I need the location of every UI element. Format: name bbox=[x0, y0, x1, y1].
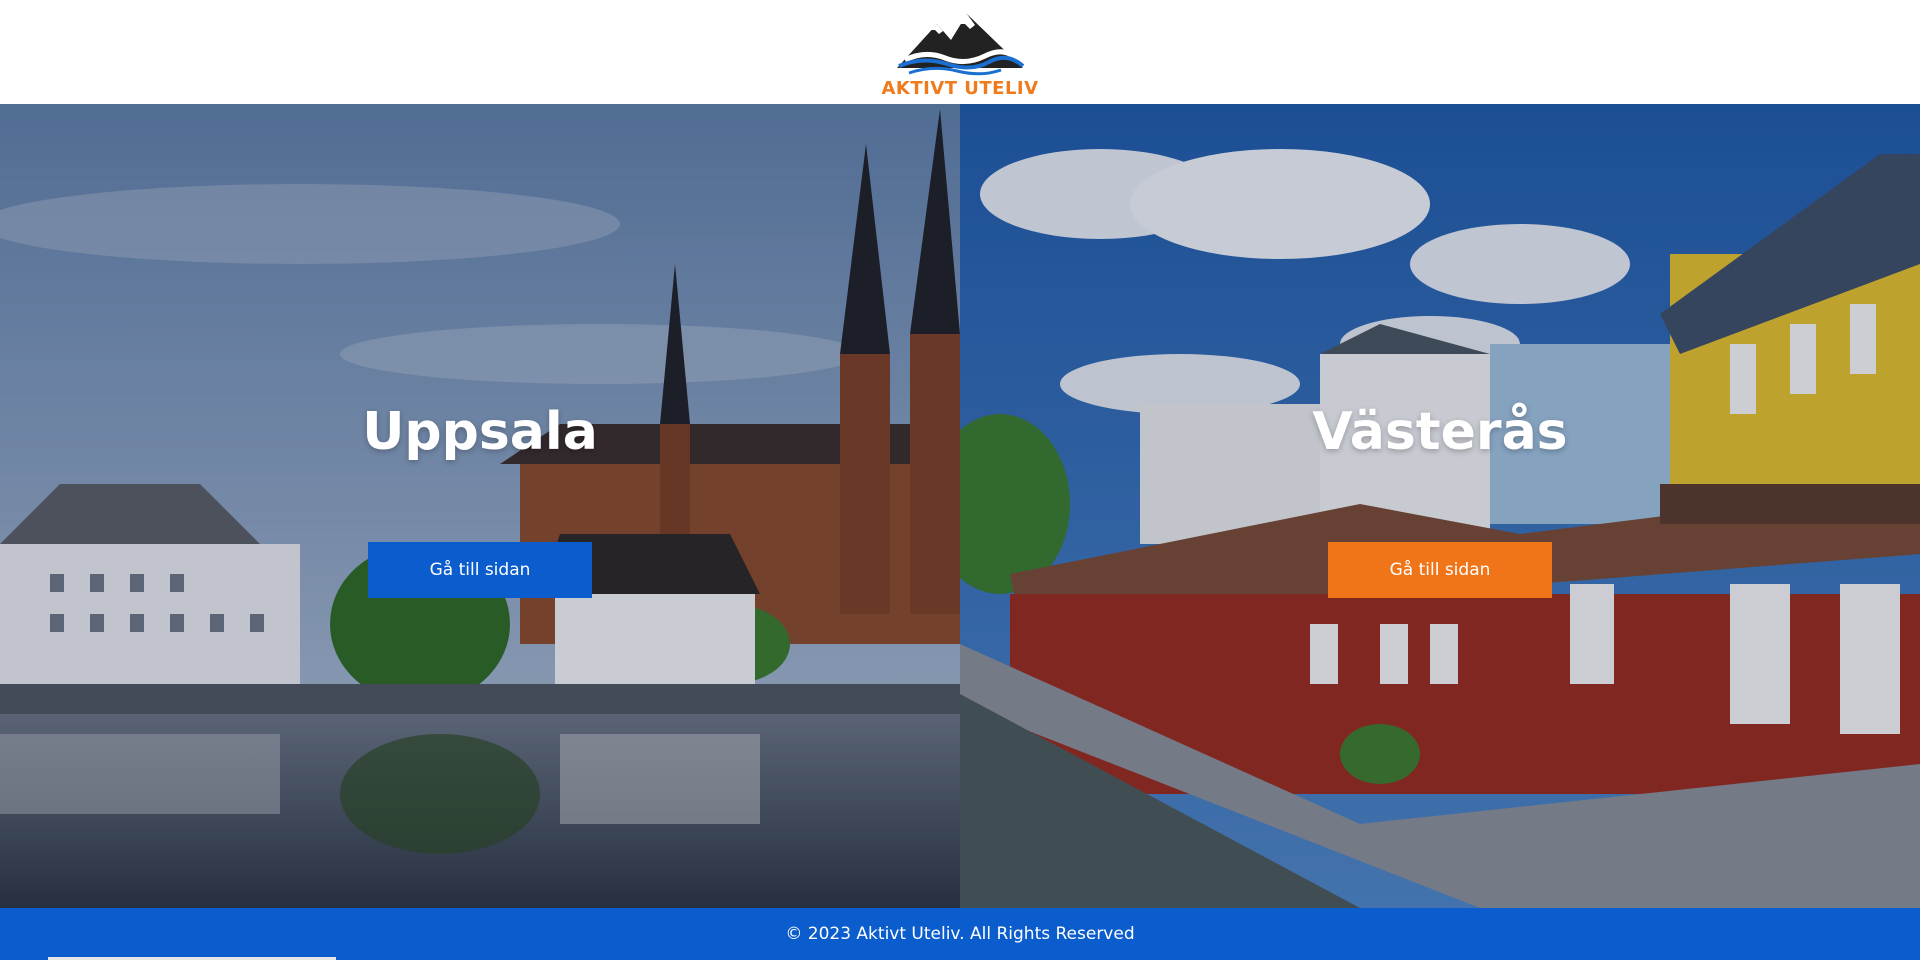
panel-overlay bbox=[0, 104, 960, 908]
panel-vasteras: Västerås Gå till sidan bbox=[960, 104, 1920, 908]
logo-text: AKTIVT UTELIV bbox=[881, 77, 1039, 99]
site-logo[interactable]: AKTIVT UTELIV bbox=[881, 10, 1038, 99]
panel-uppsala: Uppsala Gå till sidan bbox=[0, 104, 960, 908]
uppsala-go-button[interactable]: Gå till sidan bbox=[368, 542, 592, 598]
site-footer: © 2023 Aktivt Uteliv. All Rights Reserve… bbox=[0, 908, 1920, 960]
city-title-uppsala: Uppsala bbox=[362, 402, 598, 462]
copyright-text: © 2023 Aktivt Uteliv. All Rights Reserve… bbox=[785, 924, 1135, 944]
city-panels: Uppsala Gå till sidan Västerås Gå till s… bbox=[0, 104, 1920, 908]
city-title-vasteras: Västerås bbox=[1312, 402, 1568, 462]
mountain-waves-icon bbox=[897, 13, 1025, 75]
site-header: AKTIVT UTELIV bbox=[0, 0, 1920, 104]
vasteras-go-button[interactable]: Gå till sidan bbox=[1328, 542, 1552, 598]
panel-overlay bbox=[960, 104, 1920, 908]
